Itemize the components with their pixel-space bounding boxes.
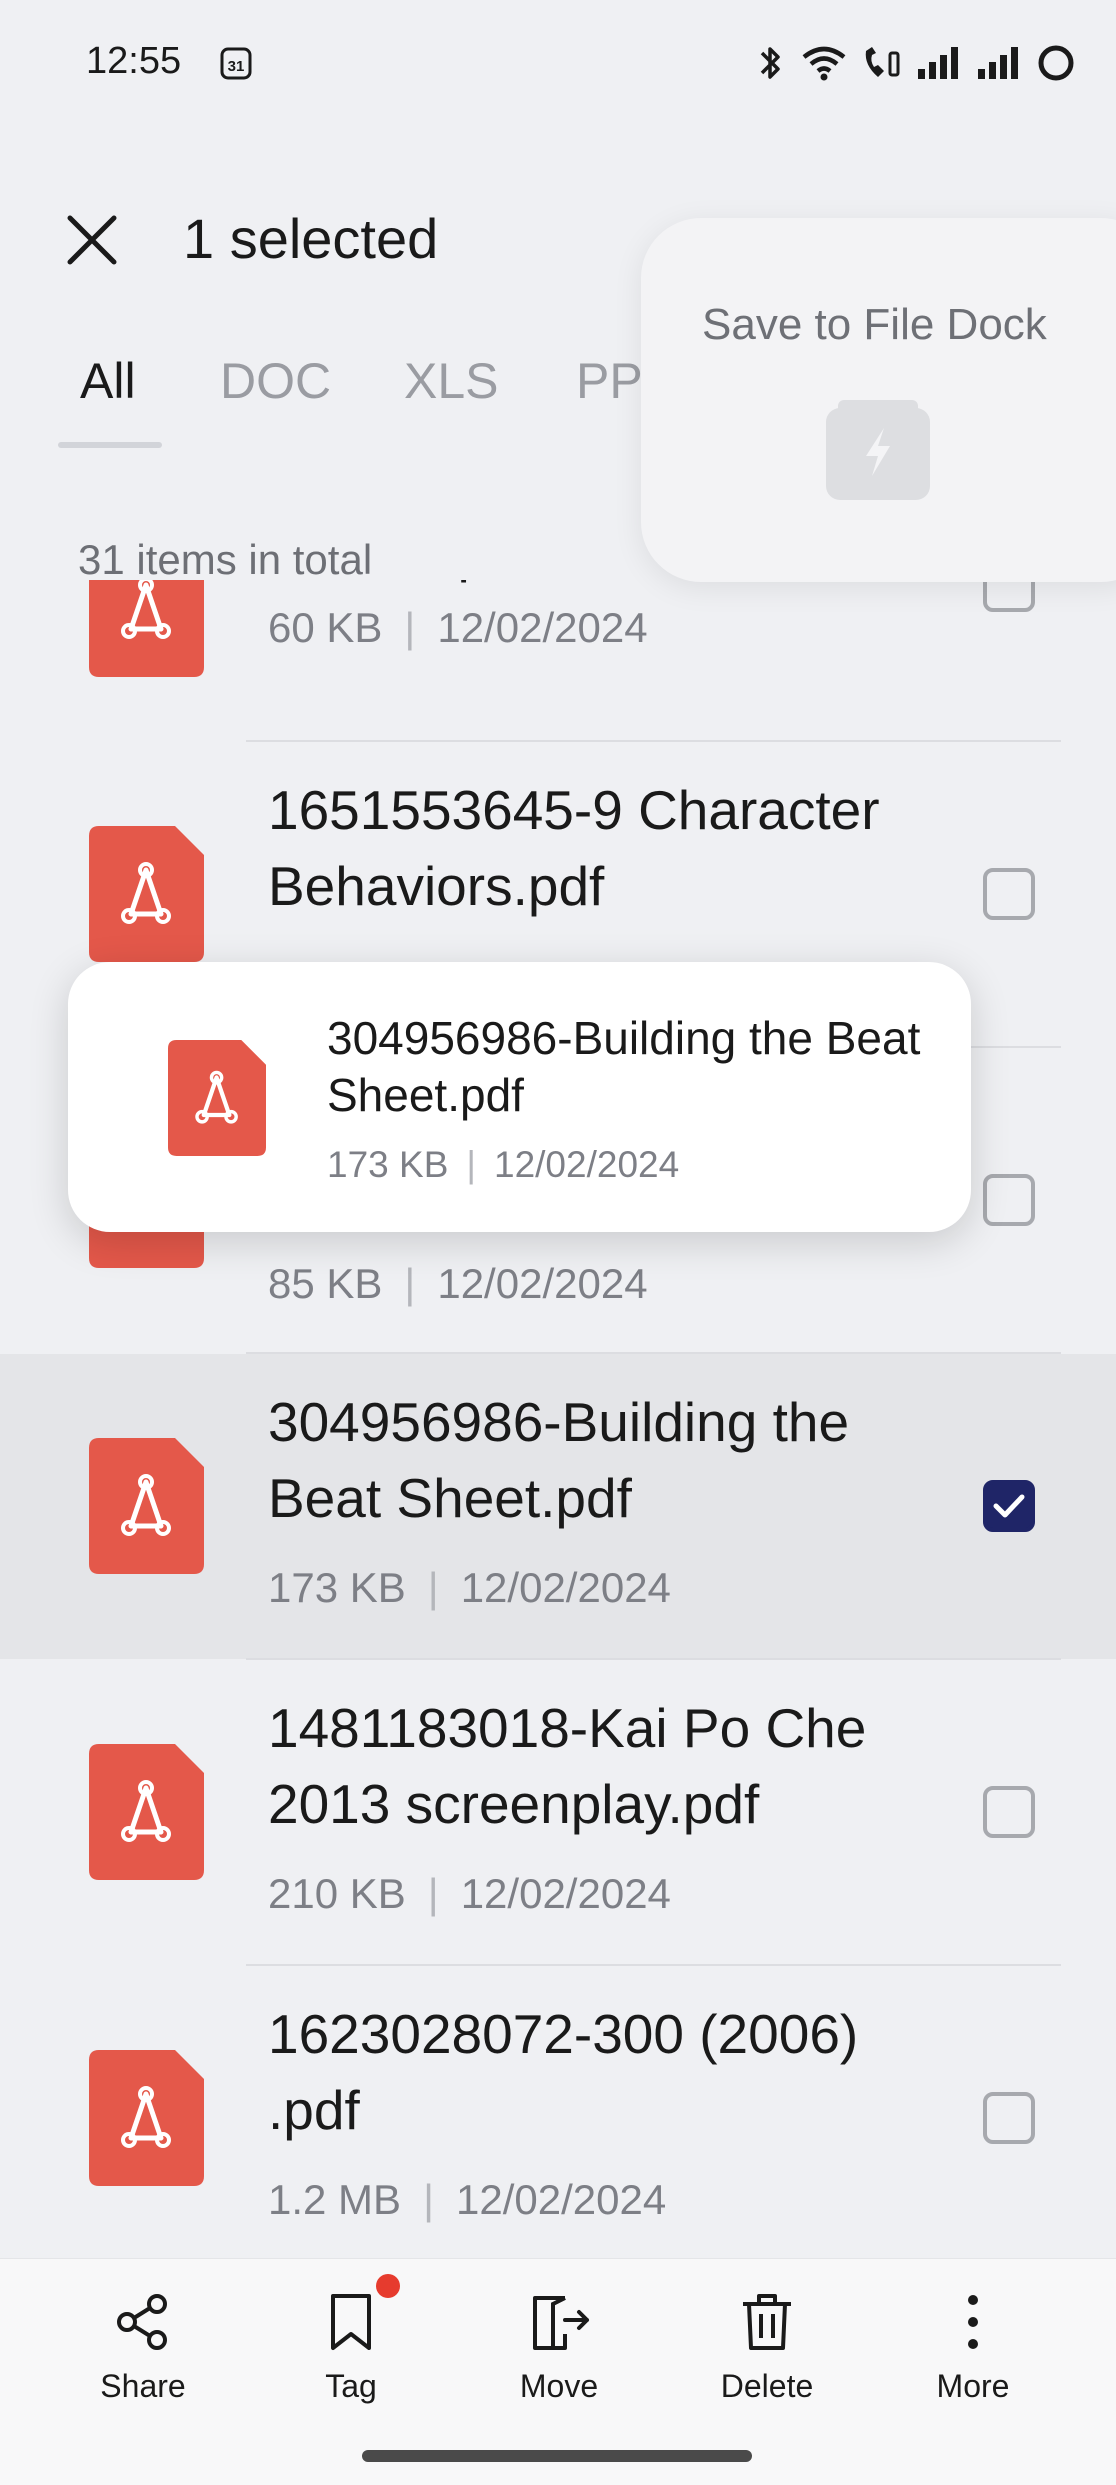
select-checkbox-checked[interactable] bbox=[983, 1480, 1035, 1532]
delete-label: Delete bbox=[720, 2368, 814, 2404]
tag-button[interactable]: Tag bbox=[271, 2290, 431, 2405]
select-checkbox[interactable] bbox=[983, 580, 1035, 612]
more-button[interactable]: More bbox=[893, 2290, 1053, 2405]
svg-text:31: 31 bbox=[228, 58, 245, 75]
share-label: Share bbox=[100, 2368, 186, 2404]
select-checkbox[interactable] bbox=[983, 1786, 1035, 1838]
list-item-selected[interactable]: 304956986-Building the Beat Sheet.pdf 17… bbox=[0, 1354, 1116, 1659]
pdf-file-icon bbox=[89, 1438, 204, 1574]
file-date: 12/02/2024 bbox=[437, 1260, 648, 1307]
signal-icon-2 bbox=[978, 47, 1018, 79]
file-size: 210 KB bbox=[268, 1870, 406, 1917]
drag-file-meta: 173 KB | 12/02/2024 bbox=[327, 1144, 680, 1185]
list-item[interactable]: 1623028072-300 (2006) .pdf 1.2 MB | 12/02/… bbox=[0, 1966, 1116, 2258]
delete-button[interactable]: Delete bbox=[687, 2290, 847, 2405]
file-date: 12/02/2024 bbox=[460, 1870, 671, 1917]
share-button[interactable]: Share bbox=[63, 2290, 223, 2405]
items-total: 31 items in total bbox=[78, 536, 373, 583]
pdf-file-icon bbox=[89, 1744, 204, 1880]
file-size: 85 KB bbox=[268, 1260, 383, 1307]
signal-icon bbox=[918, 47, 958, 79]
file-size: 173 KB bbox=[327, 1144, 449, 1185]
pdf-file-icon bbox=[89, 826, 204, 962]
tab-xls[interactable]: XLS bbox=[404, 352, 499, 410]
file-name: 304956986-Building the Beat Sheet.pdf bbox=[268, 1391, 850, 1529]
tab-all[interactable]: All bbox=[80, 352, 136, 410]
file-date: 12/02/2024 bbox=[460, 1564, 671, 1611]
file-name: 1623028072-300 (2006) .pdf bbox=[268, 2003, 859, 2141]
select-checkbox[interactable] bbox=[983, 1174, 1035, 1226]
trash-icon bbox=[743, 2294, 791, 2350]
pdf-file-icon bbox=[89, 2050, 204, 2186]
file-name: 1651553645-9 Character Behaviors.pdf bbox=[268, 779, 880, 917]
file-meta: 60 KB | 12/02/2024 bbox=[268, 604, 648, 651]
file-dock-icon bbox=[826, 400, 930, 500]
file-date: 12/02/2024 bbox=[437, 604, 648, 651]
pdf-file-icon bbox=[89, 580, 204, 677]
file-dock-label: Save to File Dock bbox=[702, 300, 1047, 349]
status-icons bbox=[752, 40, 1076, 86]
file-meta: 1.2 MB | 12/02/2024 bbox=[268, 2176, 667, 2223]
list-item[interactable]: xercise.pdf 60 KB|12/02/2024 bbox=[0, 580, 1116, 755]
select-checkbox[interactable] bbox=[983, 868, 1035, 920]
file-list: xercise.pdf 60 KB|12/02/2024 1651553645-… bbox=[0, 580, 1116, 2258]
wifi-icon bbox=[802, 46, 846, 81]
tag-label: Tag bbox=[325, 2368, 377, 2404]
file-meta: 210 KB | 12/02/2024 bbox=[268, 1870, 671, 1917]
file-name: 1481183018-Kai Po Che 2013 screenplay.pd… bbox=[268, 1697, 867, 1835]
bookmark-tag-icon bbox=[331, 2294, 371, 2350]
more-vertical-icon bbox=[968, 2295, 978, 2349]
checkmark-icon bbox=[993, 1494, 1025, 1518]
more-label: More bbox=[936, 2368, 1010, 2404]
file-meta: 173 KB | 12/02/2024 bbox=[268, 1564, 671, 1611]
file-size: 1.2 MB bbox=[268, 2176, 402, 2223]
tab-doc[interactable]: DOC bbox=[220, 352, 331, 410]
move-button[interactable]: Move bbox=[479, 2290, 639, 2405]
wifi-call-icon bbox=[865, 47, 900, 77]
share-icon bbox=[117, 2294, 167, 2350]
file-meta: 85 KB | 12/02/2024 bbox=[268, 1260, 648, 1307]
close-icon[interactable] bbox=[64, 212, 120, 268]
tab-ppt[interactable]: PP bbox=[576, 352, 643, 410]
active-tab-indicator bbox=[58, 442, 162, 448]
move-icon bbox=[533, 2296, 589, 2350]
move-label: Move bbox=[519, 2368, 599, 2404]
home-indicator[interactable] bbox=[362, 2450, 752, 2462]
bluetooth-icon bbox=[760, 47, 780, 79]
status-time: 12:55 bbox=[86, 40, 182, 82]
file-date: 12/02/2024 bbox=[494, 1144, 680, 1185]
battery-ring-icon bbox=[1038, 45, 1074, 81]
drag-file-name: 304956986-Building the Beat Sheet.pdf bbox=[327, 1012, 921, 1121]
list-item[interactable]: 1481183018-Kai Po Che 2013 screenplay.pd… bbox=[0, 1660, 1116, 1965]
file-size: 60 KB bbox=[268, 604, 383, 651]
notification-dot bbox=[376, 2274, 400, 2298]
pdf-file-icon bbox=[168, 1040, 266, 1156]
file-date: 12/02/2024 bbox=[455, 2176, 667, 2223]
select-checkbox[interactable] bbox=[983, 2092, 1035, 2144]
calendar-icon: 31 bbox=[220, 46, 252, 80]
file-size: 173 KB bbox=[268, 1564, 406, 1611]
page-title: 1 selected bbox=[183, 207, 439, 270]
